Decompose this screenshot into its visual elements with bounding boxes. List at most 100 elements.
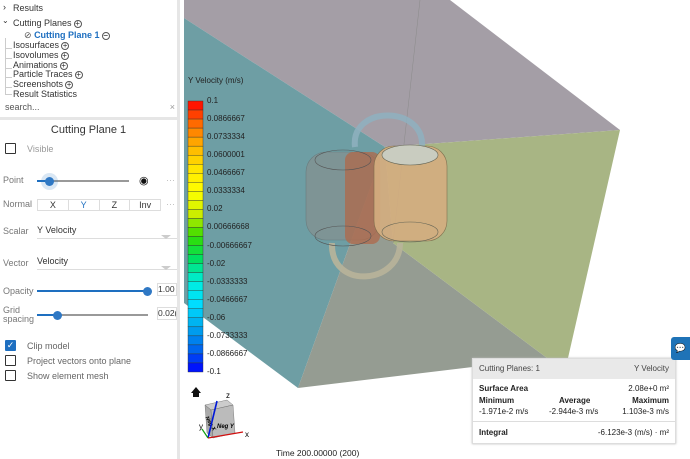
tree-item-result-statistics[interactable]: Result Statistics [13,89,77,99]
chevron-down-icon [161,266,171,270]
opacity-slider[interactable] [37,286,152,296]
add-icon[interactable]: + [73,19,82,28]
colorbar-tick-label: 0.0733334 [207,132,245,142]
show-mesh-checkbox[interactable] [5,370,16,381]
time-readout: Time 200.00000 (200) [276,448,360,458]
tree-line [5,87,12,88]
tree-item-isosurfaces[interactable]: Isosurfaces + [13,40,70,50]
statistics-panel: Cutting Planes: 1 Y Velocity Surface Area… [472,358,676,444]
clip-model-checkbox[interactable]: ✓ [5,340,16,351]
project-vectors-checkbox[interactable] [5,355,16,366]
average-value: -2.944e-3 m/s [549,407,599,416]
colorbar-segment [187,317,204,328]
grid-spacing-slider[interactable] [37,310,148,320]
tree-item-isovolumes[interactable]: Isovolumes + [13,50,69,60]
colorbar-tick-label: -0.02 [207,258,226,268]
colorbar-segment [187,191,204,201]
tree-line [5,48,12,49]
normal-invert-button[interactable]: Inv [130,200,160,210]
chat-button[interactable]: 💬 [671,337,690,360]
grid-spacing-label: Grid spacing [3,306,34,324]
colorbar-segment [187,299,204,309]
colorbar-segment [187,362,204,373]
colorbar-title: Y Velocity (m/s) [188,76,244,85]
surface-area-label: Surface Area [479,384,529,393]
slider-handle[interactable] [143,286,152,296]
x-axis-label: x [245,430,249,439]
tree-item-screenshots[interactable]: Screenshots + [13,79,74,89]
visible-checkbox[interactable] [5,143,16,154]
surface-area-value: 2.08e+0 m² [628,384,669,393]
more-icon[interactable]: ··· [166,175,175,185]
scalar-label: Scalar [3,226,29,236]
target-icon[interactable]: ◉ [139,174,149,187]
minimum-value: -1.971e-2 m/s [479,407,529,416]
stats-header-right: Y Velocity [634,364,669,373]
tree-item-cutting-planes[interactable]: Cutting Planes + [13,18,82,28]
remove-icon[interactable]: − [101,31,110,40]
colorbar-segment [187,344,204,355]
tree-item-results[interactable]: Results [13,3,43,13]
chevron-down-icon[interactable]: ⌄ [2,16,9,25]
cube-label-neg-y: Neg Y [217,424,235,430]
add-icon[interactable]: + [65,80,74,89]
more-icon[interactable]: ··· [166,199,175,209]
add-icon[interactable]: + [60,51,69,60]
colorbar-segment [187,145,204,156]
tree-label: Cutting Plane 1 [34,30,100,40]
add-icon[interactable]: + [61,41,70,50]
slider-handle[interactable] [52,310,62,320]
tree-line [5,58,12,59]
add-icon[interactable]: + [74,70,83,79]
colorbar-segment [187,200,204,210]
colorbar-tick-label: -0.0866667 [207,348,248,358]
grid-spacing-input[interactable]: 0.02( [157,307,177,320]
colorbar-segment [187,254,204,264]
stats-header: Cutting Planes: 1 Y Velocity [473,359,675,379]
maximum-value: 1.103e-3 m/s [622,407,669,416]
chevron-right-icon[interactable]: › [3,2,6,12]
slider-handle[interactable] [45,176,54,186]
colorbar-segment [187,308,204,318]
colorbar-tick-label: 0.1 [207,96,219,105]
average-label: Average [559,396,591,405]
y-axis-label: y [199,422,203,431]
opacity-label: Opacity [3,286,34,296]
opacity-input[interactable]: 1.00 [157,283,177,296]
colorbar-segment [187,127,204,138]
point-slider[interactable] [37,176,129,186]
tree-line [5,94,12,95]
stats-header-left: Cutting Planes: 1 [479,364,540,373]
colorbar-segment [187,290,204,300]
normal-z-button[interactable]: Z [100,200,131,210]
scalar-select[interactable]: Y Velocity [37,225,177,239]
left-panel: › Results ⌄ Cutting Planes + ⊘ Cutting Pl… [0,0,180,459]
chat-icon: 💬 [674,343,687,353]
home-icon[interactable] [191,387,201,397]
divider [0,117,177,120]
tree-label: Results [13,3,44,13]
tree-label: Screenshots [13,79,64,89]
eye-slash-icon[interactable]: ⊘ [24,30,32,40]
colorbar-segment [187,245,204,255]
colorbar-segment [187,326,204,337]
chevron-down-icon [161,235,171,239]
tree-item-particle-traces[interactable]: Particle Traces + [13,69,83,79]
panel-title: Cutting Plane 1 [50,124,127,136]
tree-line [5,68,12,69]
vector-select[interactable]: Velocity [37,256,177,270]
clear-search-icon[interactable]: × [170,102,175,112]
colorbar-tick-label: -0.06 [207,312,226,322]
normal-x-button[interactable]: X [38,200,69,210]
colorbar-segment [187,173,204,183]
normal-y-button[interactable]: Y [69,200,100,210]
colorbar-segment [187,281,204,291]
colorbar-segment [187,209,204,219]
colorbar-tick-label: -0.0733333 [207,330,248,340]
colorbar-tick-label: 0.0333334 [207,186,245,196]
colorbar-segment [187,353,204,364]
orientation-cube[interactable]: Neg X Neg Y z x y [199,391,249,439]
colorbar-tick-label: 0.02 [207,204,223,214]
search-input[interactable]: search... × [5,102,175,115]
colorbar-tick-label: -0.1 [207,367,221,376]
